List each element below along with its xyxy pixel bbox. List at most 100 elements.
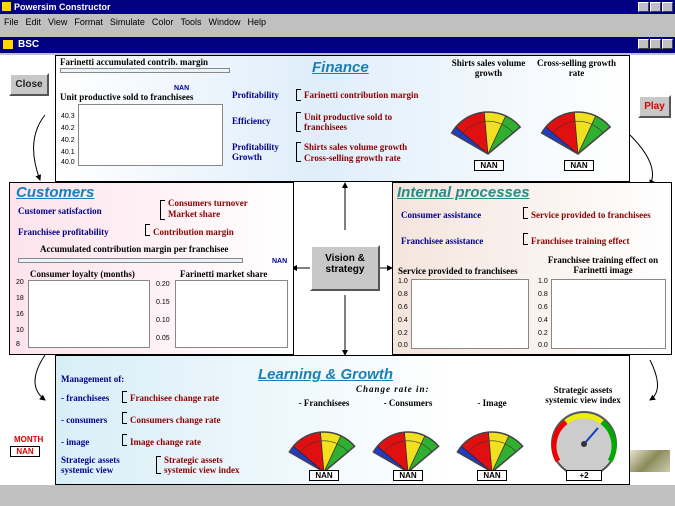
accum-margin-bar (60, 68, 230, 73)
accum-franchisee-value: NAN (272, 258, 288, 265)
vision-strategy-button[interactable]: Vision & strategy (310, 245, 380, 291)
bracket (156, 456, 161, 474)
training-graph-title: Franchisee training effect on Farinetti … (547, 255, 659, 275)
objective-efficiency: Efficiency (232, 116, 271, 126)
objective-franchisee-profitability: Franchisee profitability (18, 227, 109, 237)
tick: 40.0 (61, 159, 75, 166)
tick: 8 (16, 341, 20, 348)
gauge-title-franchisees: - Franchisees (298, 398, 350, 408)
objective-profitability-growth: Profitability Growth (232, 142, 279, 162)
tick: 0.10 (156, 317, 170, 324)
menu-tools[interactable]: Tools (180, 17, 201, 27)
gauge-image (456, 431, 524, 474)
tick: 0.8 (538, 291, 548, 298)
measure-franchisee-change: Franchisee change rate (130, 393, 219, 403)
tick: 0.4 (538, 317, 548, 324)
customers-header: Customers (16, 184, 95, 201)
market-share-graph-title: Farinetti market share (180, 269, 268, 279)
tick: 0.6 (538, 304, 548, 311)
market-share-graph: 0.20 0.15 0.10 0.05 (156, 280, 288, 348)
menu-format[interactable]: Format (74, 17, 103, 27)
app-titlebar: Powersim Constructor (0, 0, 675, 14)
tick: 40.2 (61, 125, 75, 132)
objective-franchisee-assistance: Franchisee assistance (401, 236, 484, 246)
customers-panel: Customers Customer satisfaction Consumer… (9, 182, 294, 355)
tick: 16 (16, 311, 24, 318)
gauge-value-consumers: NAN (393, 470, 423, 481)
measure-market-share: Market share (168, 209, 221, 219)
training-graph: 1.0 0.8 0.6 0.4 0.2 0.0 (538, 278, 666, 349)
tick: 0.4 (398, 317, 408, 324)
learning-panel: Learning & Growth Management of: - franc… (55, 355, 630, 485)
tick: 40.1 (61, 149, 75, 156)
minimize-icon[interactable] (638, 2, 649, 12)
tick: 20 (16, 279, 24, 286)
menu-window[interactable]: Window (208, 17, 240, 27)
bracket (160, 200, 165, 220)
menu-file[interactable]: File (4, 17, 19, 27)
measure-cross-selling: Cross-selling growth rate (304, 153, 401, 163)
finance-graph: 40.3 40.2 40.2 40.1 40.0 (61, 104, 223, 166)
menu-color[interactable]: Color (152, 17, 174, 27)
measure-consumers-turnover: Consumers turnover (168, 198, 248, 208)
tick: 40.2 (61, 137, 75, 144)
child-window-titlebar: BSC (0, 37, 675, 53)
menu-edit[interactable]: Edit (26, 17, 42, 27)
menu-view[interactable]: View (48, 17, 67, 27)
gauge-title-shirts: Shirts sales volume growth (451, 58, 526, 78)
close-icon[interactable] (662, 2, 673, 12)
tick: 0.8 (398, 291, 408, 298)
tick: 0.0 (398, 342, 408, 349)
row-consumers: - consumers (61, 415, 108, 425)
finance-graph-title: Unit productive sold to franchisees (60, 92, 194, 102)
bracket (122, 391, 127, 403)
bracket (523, 233, 528, 245)
maximize-icon[interactable] (650, 2, 661, 12)
finance-header: Finance (312, 59, 369, 76)
month-value: NAN (10, 446, 40, 457)
child-maximize-icon[interactable] (650, 39, 661, 49)
tick: 0.05 (156, 335, 170, 342)
menu-bar: File Edit View Format Simulate Color Tools Wind… (0, 15, 675, 29)
gauge-value-franchisees: NAN (309, 470, 339, 481)
measure-unit-productive: Unit productive sold to franchisees (304, 112, 393, 132)
row-strategic-assets: Strategic assets systemic view (61, 455, 120, 475)
gauge-title-consumers: - Consumers (383, 398, 433, 408)
child-minimize-icon[interactable] (638, 39, 649, 49)
objective-customer-satisfaction: Customer satisfaction (18, 206, 102, 216)
menu-simulate[interactable]: Simulate (110, 17, 145, 27)
tick: 0.15 (156, 299, 170, 306)
row-image: - image (61, 437, 90, 447)
menu-help[interactable]: Help (247, 17, 266, 27)
tick: 1.0 (398, 278, 408, 285)
accum-franchisee-bar (18, 258, 243, 263)
bracket (122, 434, 127, 446)
measure-service-provided: Service provided to franchisees (531, 210, 651, 220)
child-close-icon[interactable] (662, 39, 673, 49)
internal-header: Internal processes (397, 184, 530, 201)
measure-training-effect: Franchisee training effect (531, 236, 630, 246)
loyalty-graph-title: Consumer loyalty (months) (30, 269, 135, 279)
gauge-consumers (372, 431, 440, 474)
bracket (523, 207, 528, 219)
accum-franchisee-label: Accumulated contribution margin per fran… (40, 244, 229, 254)
gauge-value-shirts: NAN (474, 160, 504, 171)
gauge-shirts-growth (450, 111, 522, 156)
service-graph-title: Service provided to franchisees (398, 266, 518, 276)
app-icon (2, 2, 11, 11)
bracket (296, 112, 301, 132)
measure-image-change: Image change rate (130, 437, 201, 447)
tick: 18 (16, 295, 24, 302)
measure-strategic-index: Strategic assets systemic view index (164, 455, 240, 475)
bracket (145, 224, 150, 236)
accum-margin-label: Farinetti accumulated contrib. margin (60, 57, 208, 67)
bracket (122, 412, 127, 424)
loyalty-graph: 20 18 16 10 8 (16, 279, 150, 348)
gauge-title-image: - Image (477, 398, 507, 408)
tick: 0.6 (398, 304, 408, 311)
play-button[interactable]: Play (638, 95, 671, 118)
tick: 1.0 (538, 278, 548, 285)
tick: 0.2 (538, 330, 548, 337)
dial-value: +2 (566, 470, 602, 481)
close-button[interactable]: Close (9, 73, 49, 96)
